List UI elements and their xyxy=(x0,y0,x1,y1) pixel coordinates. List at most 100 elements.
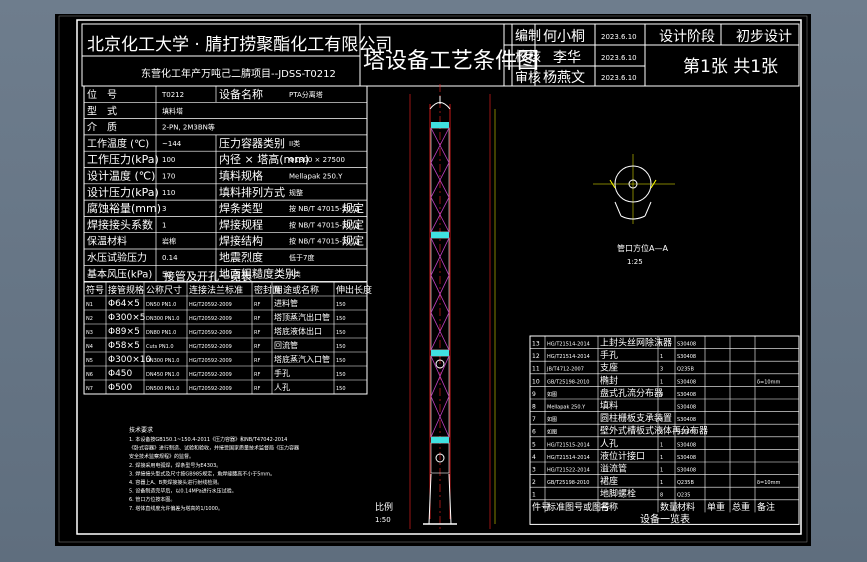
nozzle-cell: HG/T20592-2009 xyxy=(189,386,232,392)
spec-value: 1 xyxy=(162,221,166,229)
nozzle-cell: RF xyxy=(254,372,260,378)
nozzle-cell: RF xyxy=(254,358,260,364)
nozzle-cell: RF xyxy=(254,386,260,392)
parts-cell: Mellapak 250.Y xyxy=(547,405,586,411)
nozzle-cell: DN300 PN1.0 xyxy=(146,316,179,322)
spec-label: 工作温度 (℃) xyxy=(87,137,149,150)
distributor-low xyxy=(431,350,449,356)
parts-cell: 3 xyxy=(532,467,536,474)
parts-cell: 13 xyxy=(532,341,540,348)
spec-value-2: Φ1300 × 27500 xyxy=(289,156,345,164)
nozzle-cell: DN80 PN1.0 xyxy=(146,330,176,336)
notes-line: 5. 设备制造完毕后，以0.14MPa进行水压试验。 xyxy=(129,488,237,495)
parts-header: 备注 xyxy=(757,501,775,513)
nozzle-cell: RF xyxy=(254,316,260,322)
parts-cell: HG/T21514-2014 xyxy=(547,455,590,461)
spec-label: 工作压力(kPa) xyxy=(87,153,159,166)
spec-label-2: 填料规格 xyxy=(219,169,263,183)
parts-header: 数量 xyxy=(660,501,678,513)
spec-label: 介 质 xyxy=(87,122,117,134)
section-scale: 1:25 xyxy=(627,258,643,266)
spec-value: 170 xyxy=(162,173,175,181)
nozzle-cell: 塔底蒸汽入口管 xyxy=(274,354,330,364)
nozzle-cell: Φ300×5 xyxy=(108,313,146,323)
nozzle-cell: DN300 PN1.0 xyxy=(146,358,179,364)
spec-label: 保温材料 xyxy=(87,235,127,248)
spec-label-2: 地震烈度 xyxy=(219,250,263,264)
spec-value-2: PTA分离塔 xyxy=(289,90,323,99)
notes-line: 2. 焊接采用电弧焊，焊条型号为E4303。 xyxy=(129,462,221,469)
nozzle-cell: RF xyxy=(254,302,260,308)
sheet-info: 第1张 共1张 xyxy=(683,57,778,77)
parts-cell: HG/T21515-2014 xyxy=(547,442,590,448)
nozzle-cell: HG/T20592-2009 xyxy=(189,344,232,350)
nozzle-cell: DN50 PN1.0 xyxy=(146,302,176,308)
stage-label: 设计阶段 xyxy=(659,29,715,45)
notes-line: 《卧式容器》进行制造、试验和验收，并接受国家质量技术监督局《压力容器 xyxy=(129,445,299,452)
parts-cell: Q235B xyxy=(677,480,694,486)
parts-cell: Q235B xyxy=(677,367,694,373)
nozzle-header: 连接法兰标准 xyxy=(189,284,243,296)
nozzle-cell: 回流管 xyxy=(274,340,298,350)
spec-value-2: Mellapak 250.Y xyxy=(289,173,343,181)
section-caption: 管口方位A—A xyxy=(617,243,668,253)
drawing-sheet: 北京化工大学 · 腈打捞聚酯化工有限公司 东营化工年产万吨己二腈项目--JDSS… xyxy=(55,14,811,546)
parts-cell: HG/T21514-2014 xyxy=(547,354,590,360)
parts-header: 名称 xyxy=(600,501,618,513)
nozzle-cell: 150 xyxy=(336,344,346,350)
role-label-approved: 审核 xyxy=(515,71,541,86)
nozzle-cell: 150 xyxy=(336,358,346,364)
parts-cell: HG/T21522-2014 xyxy=(547,468,590,474)
nozzle-cell: Φ450 xyxy=(108,369,133,379)
nozzle-cell: Φ89×5 xyxy=(108,327,140,337)
nozzle-cell: DN500 PN1.0 xyxy=(146,386,179,392)
parts-cell: 如图 xyxy=(547,391,557,398)
nozzle-cell: DN450 PN1.0 xyxy=(146,372,179,378)
nozzle-header: 接管规格 xyxy=(108,284,144,296)
spec-value-2: II类 xyxy=(289,139,300,148)
spec-value: ~144 xyxy=(162,140,182,148)
nozzle-cell: HG/T20592-2009 xyxy=(189,372,232,378)
nozzle-cell: 150 xyxy=(336,386,346,392)
parts-cell: 1 xyxy=(660,468,663,474)
title-block: 北京化工大学 · 腈打捞聚酯化工有限公司 东营化工年产万吨己二腈项目--JDSS… xyxy=(81,23,800,87)
nozzle-header: 公称尺寸 xyxy=(146,284,182,296)
parts-header: 总重 xyxy=(732,501,750,513)
parts-cell: S30408 xyxy=(677,455,696,461)
spec-value-3: 规定 xyxy=(342,201,364,215)
spec-label: 设计温度 (℃) xyxy=(87,169,155,183)
parts-cell: 3 xyxy=(660,430,663,436)
nozzle-cell: 150 xyxy=(336,372,346,378)
spec-label: 腐蚀裕量(mm) xyxy=(87,201,161,215)
nozzle-cell: HG/T20592-2009 xyxy=(189,316,232,322)
parts-cell: S30408 xyxy=(677,417,696,423)
spec-value: T0212 xyxy=(161,91,184,99)
parts-cell: 1 xyxy=(660,354,663,360)
parts-cell: 11 xyxy=(532,366,540,373)
parts-cell: 1 xyxy=(660,442,663,448)
parts-cell: S30408 xyxy=(677,442,696,448)
main-view-caption: 比例 xyxy=(375,501,393,513)
nozzle-cell: Φ300×10 xyxy=(108,355,152,365)
parts-cell: 如图 xyxy=(547,416,557,423)
nozzle-cell: HG/T20592-2009 xyxy=(189,358,232,364)
nozzle-cell: 手孔 xyxy=(274,368,290,378)
parts-cell: S30408 xyxy=(677,392,696,398)
distributor-top xyxy=(431,122,449,128)
parts-cell: 盘式孔流分布器 xyxy=(600,387,663,399)
parts-cell: 3 xyxy=(660,417,663,423)
parts-header: 材料 xyxy=(677,501,695,513)
parts-cell: 4 xyxy=(532,454,536,461)
nozzle-cell: N7 xyxy=(86,386,93,392)
nozzle-cell: HG/T20592-2009 xyxy=(189,330,232,336)
nozzle-table-title: 接管及开孔一览表 xyxy=(164,269,252,283)
parts-cell: 3 xyxy=(660,367,663,373)
nozzle-cell: RF xyxy=(254,330,260,336)
role-label-prepared: 编制 xyxy=(515,29,541,44)
notes-line: 1. 本设备按GB150.1~150.4-2011《压力容器》和NB/T4704… xyxy=(129,436,287,443)
spec-label-2: 焊接规程 xyxy=(219,217,263,231)
parts-cell: 1 xyxy=(660,455,663,461)
section-view-a-a: 管口方位A—A 1:25 xyxy=(593,154,675,266)
drawing-title: 塔设备工艺条件图 xyxy=(363,49,539,74)
spec-label: 焊接接头系数 xyxy=(87,217,153,231)
